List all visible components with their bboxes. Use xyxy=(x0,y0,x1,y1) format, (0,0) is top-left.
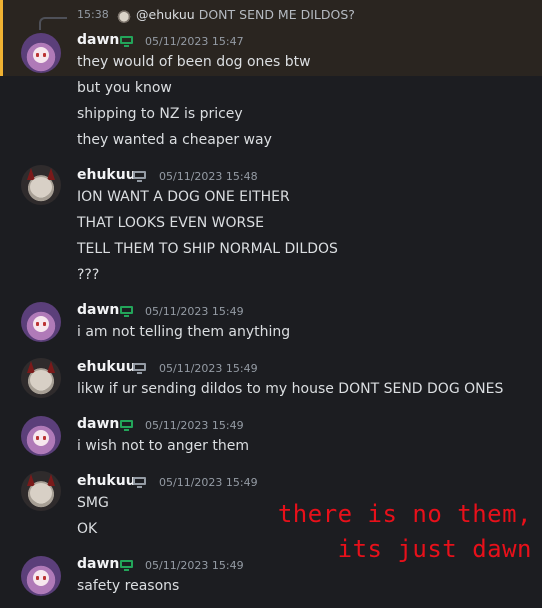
reply-content: DONT SEND ME DILDOS? xyxy=(198,7,355,22)
message-text: they would of been dog ones btw xyxy=(77,54,311,70)
desktop-icon xyxy=(120,420,133,431)
avatar[interactable] xyxy=(21,471,61,511)
message-text: TELL THEM TO SHIP NORMAL DILDOS xyxy=(77,241,338,257)
desktop-icon xyxy=(120,306,133,317)
avatar[interactable] xyxy=(21,556,61,596)
chat-log: 15:38 @ehukuu DONT SEND ME DILDOS? dawn … xyxy=(0,0,542,608)
message-text: OK xyxy=(77,521,98,537)
author-name[interactable]: ehukuu xyxy=(77,473,136,489)
avatar[interactable] xyxy=(21,358,61,398)
message-text: but you know xyxy=(77,80,172,96)
message-text: THAT LOOKS EVEN WORSE xyxy=(77,215,264,231)
author-name[interactable]: ehukuu xyxy=(77,167,136,183)
author-name[interactable]: dawn xyxy=(77,416,119,432)
avatar[interactable] xyxy=(21,165,61,205)
message-text: i am not telling them anything xyxy=(77,324,291,340)
author-name[interactable]: dawn xyxy=(77,556,119,572)
message-timestamp: 05/11/2023 15:49 xyxy=(159,476,258,489)
desktop-icon xyxy=(120,560,133,571)
avatar[interactable] xyxy=(21,302,61,342)
reply-author[interactable]: @ehukuu xyxy=(136,7,195,22)
overlay-caption-line-1: there is no them, xyxy=(277,500,532,528)
overlay-caption-line-2: its just dawn xyxy=(337,535,532,563)
message-timestamp: 05/11/2023 15:47 xyxy=(145,35,244,48)
message-timestamp: 05/11/2023 15:49 xyxy=(145,305,244,318)
author-name[interactable]: ehukuu xyxy=(77,359,136,375)
message-text: likw if ur sending dildos to my house DO… xyxy=(77,381,504,397)
message-text: they wanted a cheaper way xyxy=(77,132,272,148)
desktop-icon xyxy=(133,171,146,182)
reply-avatar[interactable] xyxy=(117,9,131,23)
message-text: ION WANT A DOG ONE EITHER xyxy=(77,189,290,205)
message-timestamp: 05/11/2023 15:48 xyxy=(159,170,258,183)
message-timestamp: 05/11/2023 15:49 xyxy=(145,419,244,432)
avatar[interactable] xyxy=(21,416,61,456)
desktop-icon xyxy=(133,363,146,374)
message-text: shipping to NZ is pricey xyxy=(77,106,243,122)
mention-highlight-bar xyxy=(0,0,3,76)
message-text: ??? xyxy=(77,267,100,283)
desktop-icon xyxy=(133,477,146,488)
reply-preview[interactable]: @ehukuu DONT SEND ME DILDOS? xyxy=(136,7,355,22)
message-text: i wish not to anger them xyxy=(77,438,249,454)
author-name[interactable]: dawn xyxy=(77,302,119,318)
author-name[interactable]: dawn xyxy=(77,32,119,48)
desktop-icon xyxy=(120,36,133,47)
message-text: SMG xyxy=(77,495,109,511)
message-timestamp: 05/11/2023 15:49 xyxy=(145,559,244,572)
reply-spine xyxy=(39,17,67,30)
message-timestamp: 05/11/2023 15:49 xyxy=(159,362,258,375)
reply-timestamp: 15:38 xyxy=(77,8,109,21)
avatar[interactable] xyxy=(21,33,61,73)
message-text: safety reasons xyxy=(77,578,180,594)
